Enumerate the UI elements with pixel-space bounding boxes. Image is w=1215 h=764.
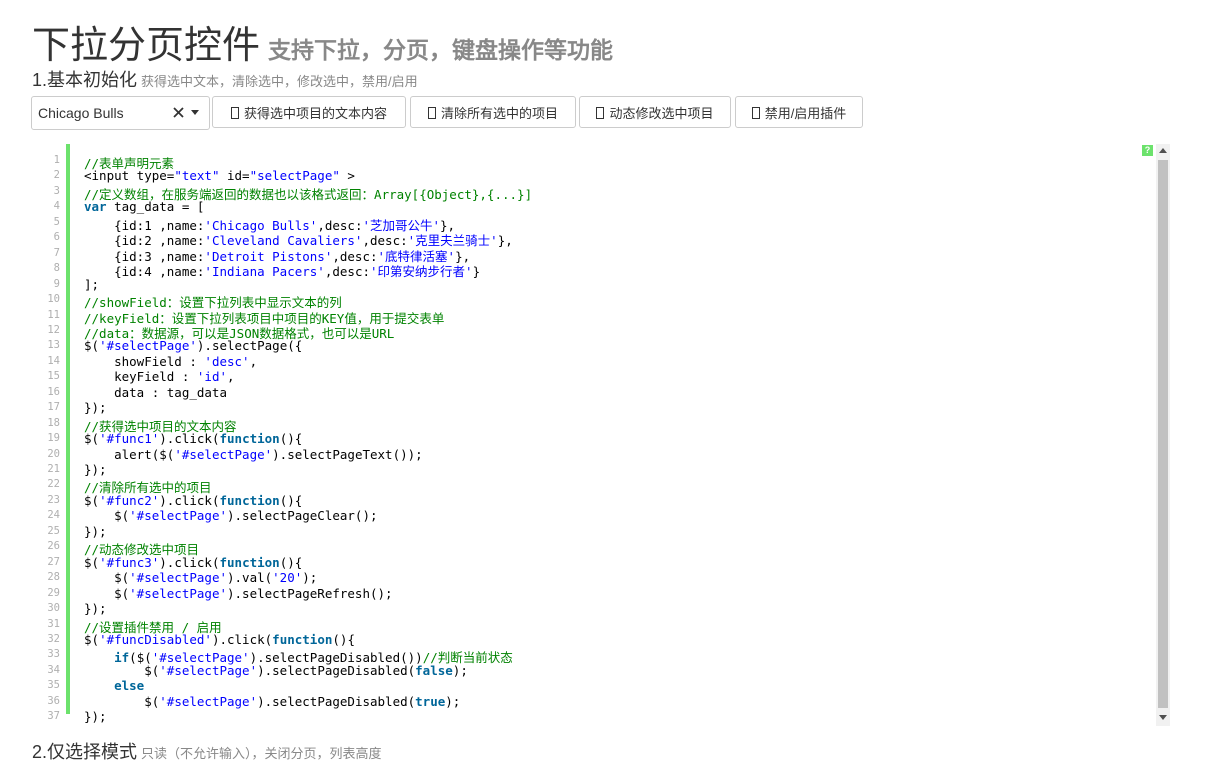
line-number: 19 — [47, 432, 60, 445]
line-number: 34 — [47, 663, 60, 676]
line-number: 18 — [47, 416, 60, 429]
code-line: ]; — [84, 276, 100, 292]
line-number: 30 — [47, 602, 60, 615]
section-1-heading: 1.基本初始化 获得选中文本，清除选中，修改选中，禁用/启用 — [32, 66, 418, 92]
line-number: 2 — [53, 169, 60, 182]
line-number: 17 — [47, 401, 60, 414]
section-2-desc: 只读（不允许输入），关闭分页，列表高度 — [141, 746, 382, 761]
page-subtitle: 支持下拉，分页，键盘操作等功能 — [268, 37, 614, 63]
clear-selection-label: 清除所有选中的项目 — [440, 106, 558, 121]
line-number: 22 — [47, 478, 60, 491]
code-line: $('#selectPage').selectPage({ — [84, 338, 303, 354]
modify-selection-label: 动态修改选中项目 — [609, 106, 714, 121]
button-icon — [427, 107, 436, 119]
button-icon — [596, 107, 605, 119]
scroll-down-arrow-icon[interactable] — [1159, 715, 1167, 720]
line-number: 12 — [47, 323, 60, 336]
line-number: 6 — [53, 231, 60, 244]
button-icon — [230, 107, 239, 119]
code-line: }); — [84, 400, 107, 416]
button-icon — [751, 107, 760, 119]
code-line: }); — [84, 709, 107, 725]
line-number: 20 — [47, 447, 60, 460]
line-number: 32 — [47, 632, 60, 645]
line-number: 29 — [47, 586, 60, 599]
line-number: 10 — [47, 293, 60, 306]
line-number: 24 — [47, 509, 60, 522]
scroll-up-arrow-icon[interactable] — [1159, 148, 1167, 153]
section-1-desc: 获得选中文本，清除选中，修改选中，禁用/启用 — [141, 74, 418, 89]
line-number: 7 — [53, 246, 60, 259]
chevron-down-icon[interactable] — [191, 110, 199, 115]
line-number: 25 — [47, 524, 60, 537]
line-number: 36 — [47, 694, 60, 707]
line-number: 9 — [53, 277, 60, 290]
line-number: 13 — [47, 339, 60, 352]
line-number: 15 — [47, 370, 60, 383]
toggle-disable-button[interactable]: 禁用/启用插件 — [735, 96, 863, 128]
section-2-heading: 2.仅选择模式 只读（不允许输入），关闭分页，列表高度 — [32, 738, 382, 764]
gutter-divider — [66, 144, 70, 714]
line-number: 27 — [47, 555, 60, 568]
line-number: 5 — [53, 215, 60, 228]
help-icon[interactable]: ? — [1142, 145, 1153, 156]
line-number: 28 — [47, 571, 60, 584]
line-number: 8 — [53, 262, 60, 275]
line-number: 16 — [47, 385, 60, 398]
code-line: $('#func1').click(function(){ — [84, 431, 303, 447]
line-number: 23 — [47, 493, 60, 506]
section-2-title: 2.仅选择模式 — [32, 742, 138, 762]
line-number: 21 — [47, 463, 60, 475]
code-line: keyField : 'id', — [84, 369, 235, 385]
code-line: data : tag_data — [84, 384, 227, 400]
line-number-gutter: 1 2 3 4 5 6 7 8 9 10 11 12 13 14 15 16 17 18 19 20 21 22 23 24 2… — [32, 144, 66, 726]
code-line: $('#funcDisabled').click(function(){ — [84, 631, 355, 647]
get-selected-text-button[interactable]: 获得选中项目的文本内容 — [212, 96, 406, 128]
code-line: }); — [84, 523, 107, 539]
code-line: $('#func2').click(function(){ — [84, 492, 303, 508]
code-line: else — [114, 678, 145, 694]
code-line: {id:4 ,name:'Indiana Pacers',desc:'印第安纳步… — [84, 264, 481, 280]
code-line: }); — [84, 601, 107, 617]
code-line: alert($('#selectPage').selectPageText())… — [84, 446, 423, 462]
section-1-title: 1.基本初始化 — [32, 70, 138, 90]
toggle-disable-label: 禁用/启用插件 — [764, 106, 847, 121]
code-line: var tag_data = [ — [84, 199, 205, 215]
line-number: 3 — [53, 184, 60, 197]
clear-icon[interactable] — [171, 103, 187, 121]
code-line: $('#selectPage').selectPageDisabled(true… — [84, 693, 461, 709]
code-line: $('#selectPage').selectPageClear(); — [84, 508, 378, 524]
line-number: 1 — [53, 154, 60, 166]
clear-selection-button[interactable]: 清除所有选中的项目 — [410, 96, 576, 128]
page-title: 下拉分页控件 支持下拉，分页，键盘操作等功能 — [32, 14, 613, 69]
line-number: 4 — [53, 200, 60, 213]
modify-selection-button[interactable]: 动态修改选中项目 — [579, 96, 731, 128]
line-number: 11 — [47, 308, 60, 321]
select-page-value: Chicago Bulls — [38, 105, 124, 121]
code-line: $('#func3').click(function(){ — [84, 554, 303, 570]
code-block: 1 2 3 4 5 6 7 8 9 10 11 12 13 14 15 16 17 18 19 20 21 22 23 24 2… — [32, 144, 1172, 726]
get-selected-text-label: 获得选中项目的文本内容 — [243, 106, 387, 121]
code-line: $('#selectPage').selectPageRefresh(); — [84, 585, 393, 601]
page-title-main: 下拉分页控件 — [32, 25, 261, 67]
code-line: }); — [84, 462, 107, 477]
vertical-scrollbar[interactable] — [1156, 144, 1170, 726]
line-number: 37 — [47, 710, 60, 723]
code-line: $('#selectPage').val('20'); — [84, 570, 318, 586]
line-number: 35 — [47, 679, 60, 692]
line-number: 33 — [47, 648, 60, 661]
line-number: 14 — [47, 354, 60, 367]
code-line: $('#selectPage').selectPageDisabled(fals… — [84, 662, 468, 678]
line-number: 31 — [47, 617, 60, 630]
line-number: 26 — [47, 540, 60, 553]
code-line: <input type="text" id="selectPage" > — [84, 168, 355, 184]
code-line: showField : 'desc', — [84, 353, 258, 369]
select-page-input[interactable]: Chicago Bulls — [31, 96, 210, 130]
scrollbar-thumb[interactable] — [1158, 160, 1168, 708]
